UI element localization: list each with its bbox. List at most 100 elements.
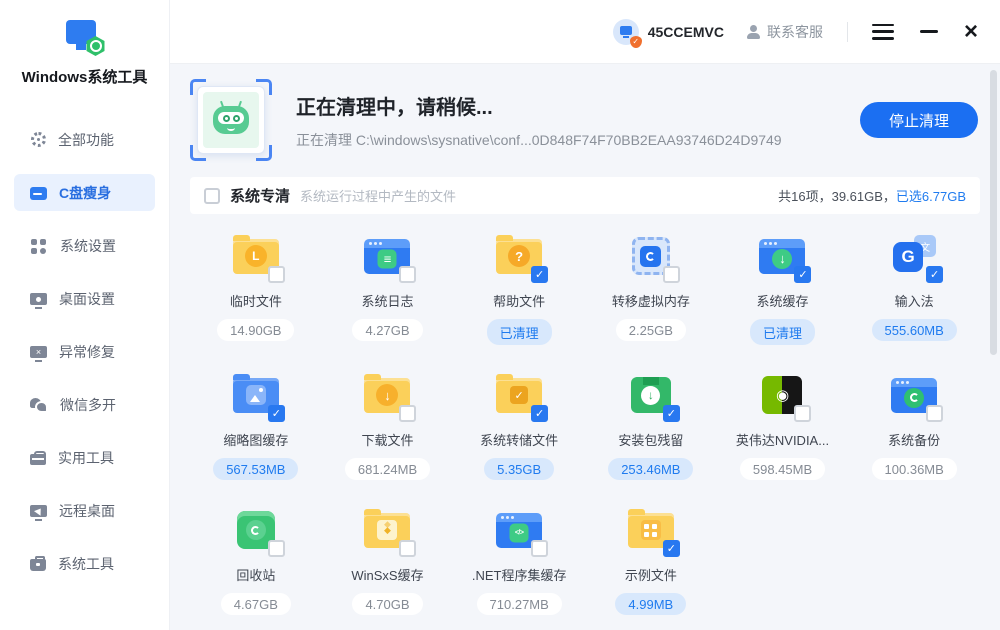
item-checkbox[interactable] (399, 540, 416, 557)
sidebar-item-c-drive-slim[interactable]: C盘瘦身 (14, 174, 155, 211)
item-checkbox[interactable] (663, 405, 680, 422)
item-size-badge: 5.35GB (484, 458, 554, 480)
item-label: 系统缓存 (756, 291, 808, 310)
item-label: 系统备份 (888, 430, 940, 449)
clean-item-thumbnail-cache[interactable]: 缩略图缓存 567.53MB (190, 373, 322, 480)
clean-item-nvidia[interactable]: ◉ 英伟达NVIDIA... 598.45MB (717, 373, 849, 480)
item-size-badge: 4.67GB (221, 593, 291, 615)
section-header: 系统专清 系统运行过程中产生的文件 共16项，39.61GB，已选6.77GB (190, 177, 980, 214)
gear-icon (31, 132, 46, 147)
item-checkbox[interactable] (531, 405, 548, 422)
cleaning-text: 正在清理中，请稍候... 正在清理 C:\windows\sysnative\c… (296, 91, 782, 150)
item-label: 系统日志 (361, 291, 413, 310)
item-label: 示例文件 (625, 565, 677, 584)
sidebar-item-label: 异常修复 (59, 342, 115, 362)
sidebar-item-system-tools[interactable]: 系统工具 (14, 545, 155, 582)
item-size-badge: 710.27MB (477, 593, 562, 615)
section-summary: 共16项，39.61GB，已选6.77GB (778, 186, 966, 205)
clean-item-winsxs-cache[interactable]: ◆ WinSxS缓存 4.70GB (322, 508, 454, 615)
item-checkbox[interactable] (663, 266, 680, 283)
item-size-badge: 4.70GB (352, 593, 422, 615)
shield-badge-icon: ✓ (630, 36, 642, 48)
clean-item-recycle-bin[interactable]: 回收站 4.67GB (190, 508, 322, 615)
clean-item-input-method[interactable]: 文 G 输入法 555.60MB (848, 234, 980, 345)
item-size-badge: 598.45MB (740, 458, 825, 480)
clean-item-temp-files[interactable]: L 临时文件 14.90GB (190, 234, 322, 345)
section-title: 系统专清 (230, 185, 290, 206)
item-label: 缩略图缓存 (223, 430, 288, 449)
item-label: 转移虚拟内存 (612, 291, 690, 310)
item-checkbox[interactable] (926, 266, 943, 283)
item-checkbox[interactable] (794, 266, 811, 283)
item-size-badge: 681.24MB (345, 458, 430, 480)
cleaning-status-path: 正在清理 C:\windows\sysnative\conf...0D848F7… (296, 130, 782, 150)
item-label: .NET程序集缓存 (472, 565, 567, 584)
minimize-button[interactable] (920, 30, 938, 33)
clean-item-help-files[interactable]: ? 帮助文件 已清理 (453, 234, 585, 345)
item-checkbox[interactable] (531, 266, 548, 283)
main-area: ✓ 45CCEMVC 联系客服 × 正在清理中，请稍候... 正在清理 C:\w… (170, 0, 1000, 630)
sidebar-item-label: 微信多开 (60, 395, 116, 415)
item-checkbox[interactable] (399, 266, 416, 283)
clean-item-dump-files[interactable]: ✓ 系统转储文件 5.35GB (453, 373, 585, 480)
sidebar-item-error-repair[interactable]: × 异常修复 (14, 333, 155, 370)
sidebar-item-label: C盘瘦身 (59, 183, 111, 203)
cleaning-robot-icon (190, 79, 272, 161)
sidebar-item-label: 系统工具 (58, 554, 114, 574)
clean-item-system-cache[interactable]: ↓ 系统缓存 已清理 (717, 234, 849, 345)
clean-item-system-backup[interactable]: 系统备份 100.36MB (848, 373, 980, 480)
sidebar-item-desktop-settings[interactable]: 桌面设置 (14, 280, 155, 317)
item-size-badge: 4.27GB (352, 319, 422, 341)
item-label: 安装包残留 (618, 430, 683, 449)
sidebar-item-label: 系统设置 (60, 236, 116, 256)
clean-item-sample-files[interactable]: 示例文件 4.99MB (585, 508, 717, 615)
clean-item-dotnet-cache[interactable]: </> .NET程序集缓存 710.27MB (453, 508, 585, 615)
clean-item-installer-residue[interactable]: ↓ 安装包残留 253.46MB (585, 373, 717, 480)
sidebar-item-system-settings[interactable]: 系统设置 (14, 227, 155, 264)
app-logo-icon (64, 20, 106, 56)
item-label: 帮助文件 (493, 291, 545, 310)
item-checkbox[interactable] (268, 405, 285, 422)
app-title: Windows系统工具 (22, 66, 148, 87)
sidebar-nav: 全部功能 C盘瘦身 系统设置 桌面设置 × 异常修复 微信多开 (0, 113, 169, 590)
item-checkbox[interactable] (268, 266, 285, 283)
toolbox-icon (30, 454, 46, 465)
topbar-divider (847, 22, 848, 42)
item-size-badge: 2.25GB (616, 319, 686, 341)
wechat-icon (30, 397, 48, 413)
item-status-badge: 已清理 (487, 319, 552, 345)
sidebar-item-all-functions[interactable]: 全部功能 (14, 121, 155, 158)
item-size-badge: 567.53MB (213, 458, 298, 480)
item-label: 下载文件 (361, 430, 413, 449)
item-checkbox[interactable] (926, 405, 943, 422)
sidebar-item-wechat-multi[interactable]: 微信多开 (14, 386, 155, 423)
repair-monitor-icon: × (30, 346, 47, 358)
menu-button[interactable] (872, 24, 894, 40)
sidebar-item-label: 实用工具 (58, 448, 114, 468)
item-label: 回收站 (236, 565, 275, 584)
clean-item-system-log[interactable]: ≡ 系统日志 4.27GB (322, 234, 454, 345)
sidebar-item-remote-desktop[interactable]: 远程桌面 (14, 492, 155, 529)
item-checkbox[interactable] (794, 405, 811, 422)
contact-support-link[interactable]: 联系客服 (767, 22, 823, 42)
item-label: 临时文件 (230, 291, 282, 310)
person-icon (746, 25, 761, 39)
stop-cleaning-button[interactable]: 停止清理 (860, 102, 978, 138)
clean-item-downloads[interactable]: ↓ 下载文件 681.24MB (322, 373, 454, 480)
user-avatar[interactable]: ✓ (613, 19, 639, 45)
cleaning-title: 正在清理中，请稍候... (296, 91, 782, 120)
scrollbar-thumb[interactable] (990, 70, 997, 355)
item-checkbox[interactable] (268, 540, 285, 557)
item-checkbox[interactable] (399, 405, 416, 422)
section-checkbox[interactable] (204, 188, 220, 204)
item-checkbox[interactable] (531, 540, 548, 557)
item-size-badge: 100.36MB (872, 458, 957, 480)
disk-icon (30, 187, 47, 200)
item-checkbox[interactable] (663, 540, 680, 557)
close-button[interactable]: × (964, 20, 978, 44)
sidebar-item-utility-tools[interactable]: 实用工具 (14, 439, 155, 476)
clean-item-virtual-memory[interactable]: 转移虚拟内存 2.25GB (585, 234, 717, 345)
summary-selected: 已选6.77GB (896, 189, 966, 204)
topbar: ✓ 45CCEMVC 联系客服 × (170, 0, 1000, 64)
item-size-badge: 253.46MB (608, 458, 693, 480)
